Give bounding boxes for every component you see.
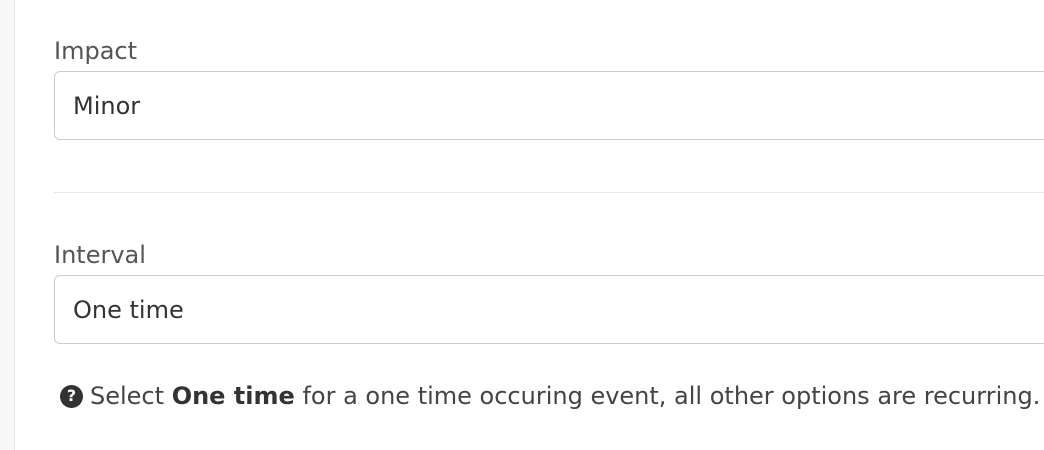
help-suffix: for a one time occuring event, all other… xyxy=(302,382,1041,410)
interval-label: Interval xyxy=(54,241,146,269)
interval-selected-value: One time xyxy=(73,296,184,324)
left-gutter xyxy=(0,0,15,450)
impact-selected-value: Minor xyxy=(73,92,141,120)
impact-label: Impact xyxy=(54,37,138,65)
help-prefix: Select xyxy=(90,382,165,410)
interval-help-text: ? Select One time for a one time occurin… xyxy=(60,383,1040,409)
help-bold: One time xyxy=(171,382,295,410)
form-page: Impact Minor Interval One time ? Select … xyxy=(0,0,1044,450)
divider xyxy=(54,192,1044,193)
interval-select[interactable]: One time xyxy=(54,275,1044,344)
impact-select[interactable]: Minor xyxy=(54,71,1044,140)
question-circle-icon: ? xyxy=(60,384,83,408)
